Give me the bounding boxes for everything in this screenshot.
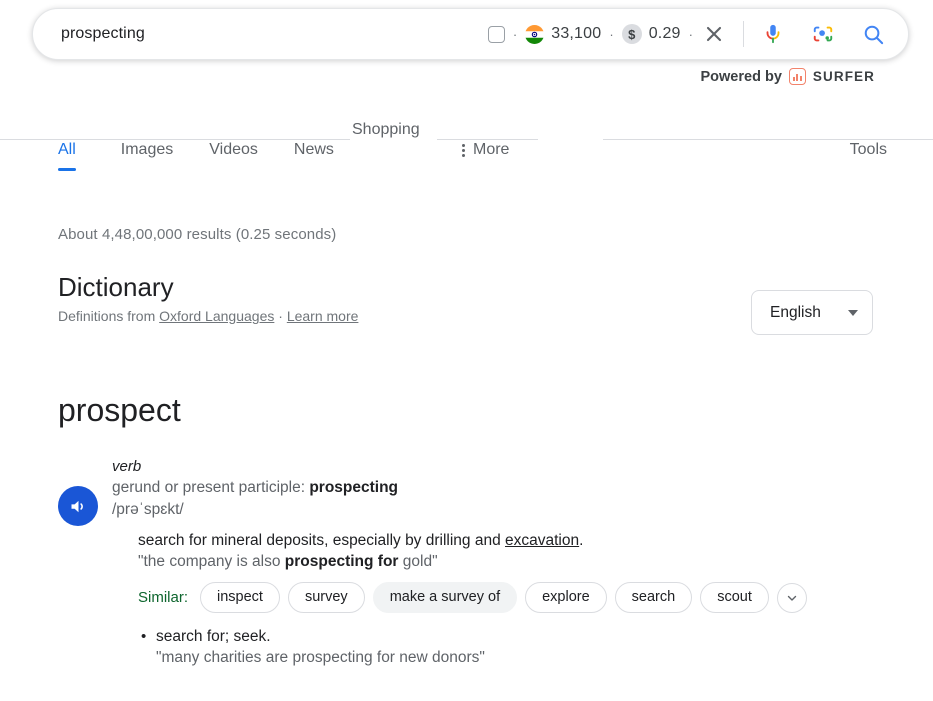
inflection-line: gerund or present participle: prospectin… (112, 479, 878, 497)
sense-1-example-pre: "the company is also (138, 553, 285, 570)
metric-separator-1: · (512, 26, 518, 42)
more-label: More (473, 141, 510, 158)
nav-divider-mid (437, 139, 538, 140)
sense-2-bullet: • (141, 628, 147, 645)
similar-synonyms-row: Similar: inspect survey make a survey of… (138, 582, 878, 613)
search-magnifier-icon[interactable] (860, 21, 886, 47)
language-select-value: English (770, 303, 821, 321)
synonym-chip-make-a-survey-of[interactable]: make a survey of (372, 582, 518, 613)
sense-2-example: "many charities are prospecting for new … (156, 649, 485, 666)
kebab-menu-icon (462, 143, 465, 157)
surfer-bar-chart-icon (788, 68, 806, 85)
search-tabs: All Images Videos News (58, 141, 334, 171)
sense-1-definition-post: . (579, 532, 584, 549)
search-input[interactable]: prospecting (61, 25, 488, 43)
dictionary-header: Dictionary Definitions from Oxford Langu… (58, 272, 358, 324)
tab-videos[interactable]: Videos (209, 141, 258, 171)
synonym-chip-search[interactable]: search (614, 582, 693, 613)
metric-separator-2: · (609, 26, 614, 42)
synonyms-expand-button[interactable] (776, 582, 807, 613)
synonym-chip-inspect[interactable]: inspect (200, 582, 280, 613)
nav-divider-left (0, 139, 350, 140)
surfer-brand-label: SURFER (812, 69, 875, 84)
tab-shopping[interactable]: Shopping (352, 121, 420, 139)
sense-1-definition: search for mineral deposits, especially … (138, 531, 878, 551)
synonym-chip-survey[interactable]: survey (287, 582, 365, 613)
chevron-down-icon (848, 309, 858, 316)
powered-by-label: Powered by (700, 68, 782, 85)
definition-body: verb gerund or present participle: prosp… (112, 458, 878, 668)
inflection-word: prospecting (309, 479, 399, 496)
search-bar[interactable]: prospecting · 33,100 · $ 0.29 · (32, 8, 909, 60)
google-lens-icon[interactable] (810, 21, 836, 47)
tools-button[interactable]: Tools (850, 141, 887, 159)
surfer-metrics-group: · 33,100 · $ 0.29 · (487, 23, 725, 45)
dictionary-source: Definitions from Oxford Languages · Lear… (58, 308, 358, 324)
sense-2-definition: search for; seek. (156, 628, 271, 645)
sense-1-definition-pre: search for mineral deposits, especially … (138, 532, 506, 549)
search-bar-container: prospecting · 33,100 · $ 0.29 · (32, 8, 909, 60)
sense-1-example-bold: prospecting for (284, 553, 399, 570)
sense-1-example: "the company is also prospecting for gol… (138, 552, 878, 572)
similar-label: Similar: (138, 589, 189, 606)
excavation-link[interactable]: excavation (505, 532, 579, 549)
tab-images[interactable]: Images (121, 141, 173, 171)
search-bar-divider (743, 21, 744, 47)
learn-more-link[interactable]: Learn more (287, 308, 359, 324)
inflection-label: gerund or present participle: (112, 479, 306, 496)
phonetic-transcription: /prəˈspɛkt/ (112, 501, 184, 518)
powered-by-surfer[interactable]: Powered by SURFER (701, 68, 876, 85)
metric-separator-3: · (688, 26, 693, 42)
synonym-chip-explore[interactable]: explore (525, 582, 607, 613)
india-flag-icon[interactable] (525, 24, 545, 44)
cpc-value: 0.29 (648, 25, 681, 42)
dictionary-word: prospect (58, 392, 181, 428)
close-x-icon[interactable] (703, 23, 725, 45)
dictionary-title: Dictionary (58, 272, 174, 302)
definition-block: verb gerund or present participle: prosp… (58, 458, 878, 668)
currency-badge-icon: $ (621, 24, 642, 44)
tab-all[interactable]: All (58, 141, 76, 171)
more-tabs-button[interactable]: More (462, 141, 509, 159)
sense-2-body: search for; seek. "many charities are pr… (156, 627, 485, 668)
oxford-languages-link[interactable]: Oxford Languages (159, 308, 274, 324)
synonym-chip-scout[interactable]: scout (700, 582, 769, 613)
sense-2: • search for; seek. "many charities are … (138, 627, 878, 668)
source-prefix: Definitions from (58, 308, 156, 324)
sense-1-example-post: gold" (398, 553, 438, 570)
checkbox-empty-icon[interactable] (487, 25, 505, 43)
result-stats: About 4,48,00,000 results (0.25 seconds) (58, 226, 337, 243)
microphone-icon[interactable] (760, 21, 786, 47)
language-select[interactable]: English (751, 290, 873, 335)
part-of-speech: verb (112, 458, 142, 475)
tab-news[interactable]: News (294, 141, 334, 171)
source-separator: · (278, 308, 283, 324)
nav-divider-right (603, 139, 933, 140)
search-volume-value: 33,100 (551, 25, 602, 42)
audio-speaker-icon[interactable] (58, 486, 98, 526)
